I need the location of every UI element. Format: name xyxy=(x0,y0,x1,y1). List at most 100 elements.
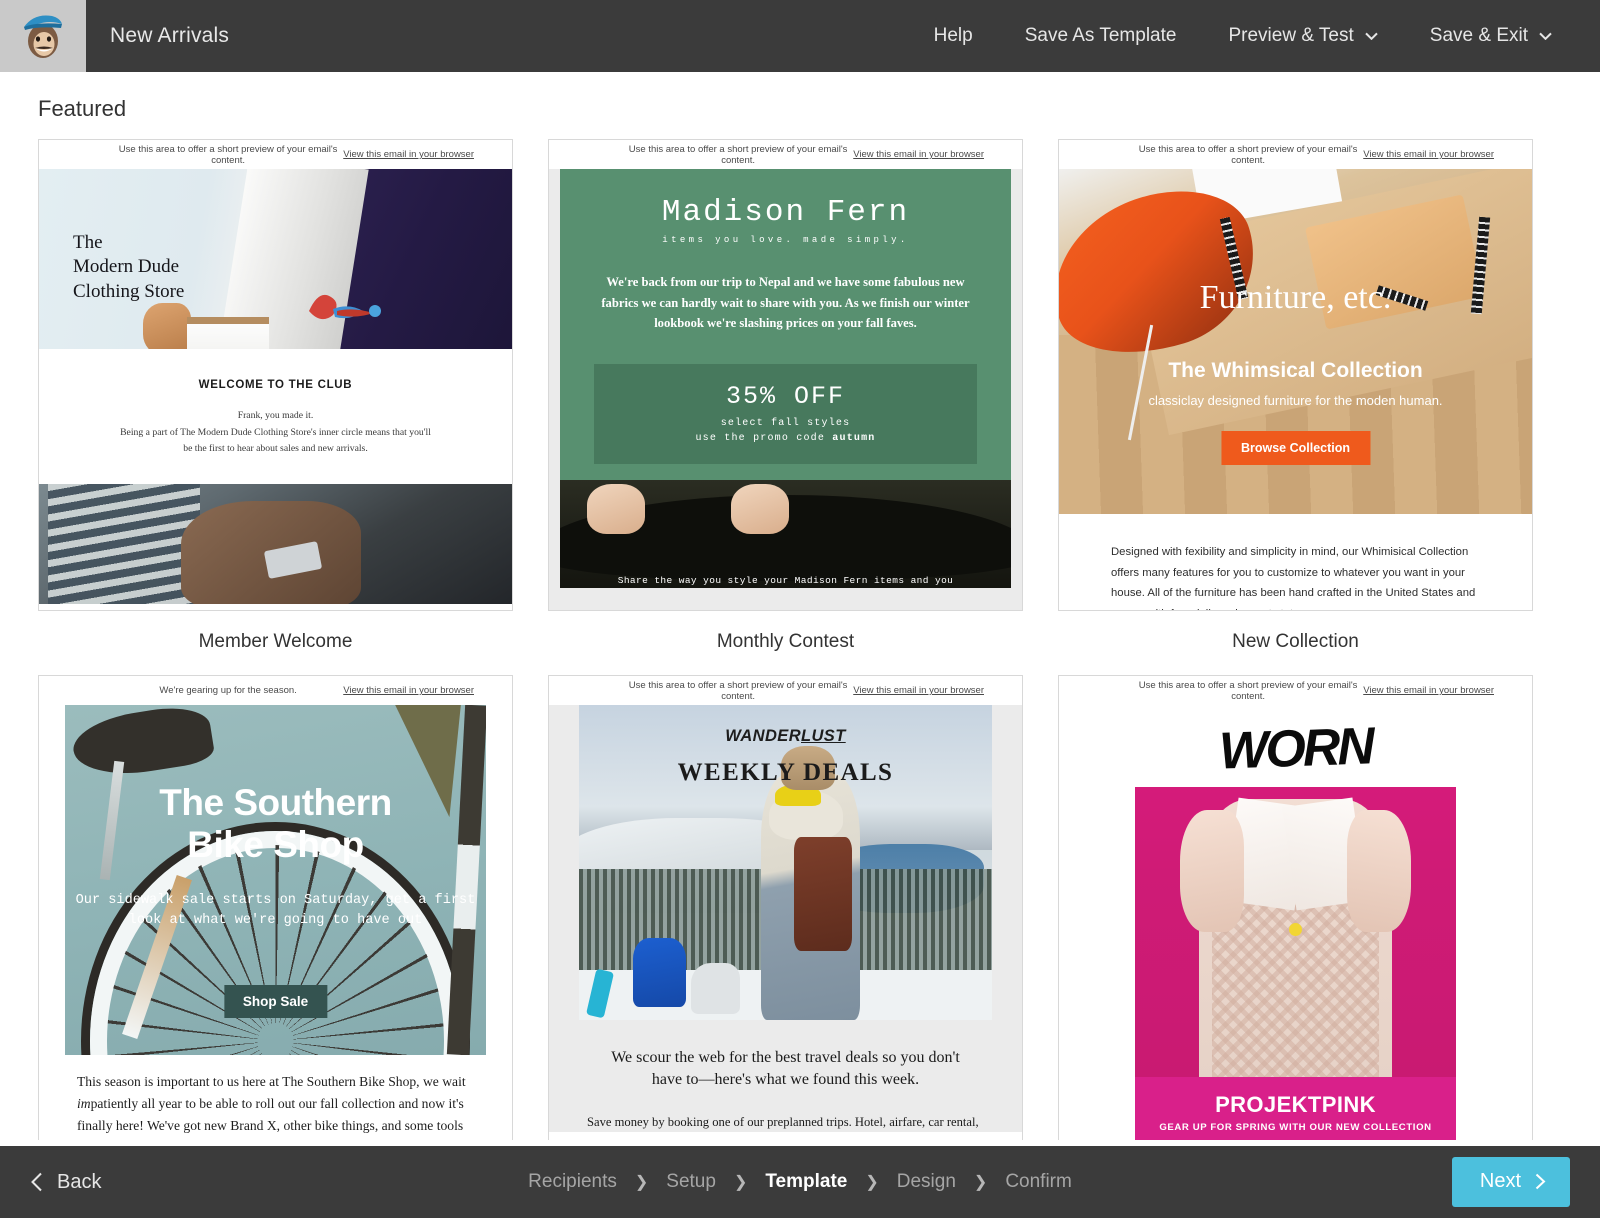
body-copy: Save money by booking one of our preplan… xyxy=(579,1092,992,1132)
pink-banner: PROJEKTPINK GEAR UP FOR SPRING WITH OUR … xyxy=(1135,1077,1456,1140)
preheader-text: Use this area to offer a short preview o… xyxy=(1073,680,1363,702)
nav-preview-and-test-label: Preview & Test xyxy=(1228,25,1353,47)
promo-line-1: select fall styles xyxy=(594,418,977,429)
template-thumbnail[interactable]: Use this area to offer a short preview o… xyxy=(548,139,1023,611)
brand-logo: WORN xyxy=(1058,697,1533,795)
promo-code-prefix: use the promo code xyxy=(695,433,832,444)
top-nav: Help Save As Template Preview & Test Sav… xyxy=(908,25,1600,47)
hand-left-shape xyxy=(1180,810,1244,932)
browse-collection-button[interactable]: Browse Collection xyxy=(1221,431,1370,465)
view-in-browser-link[interactable]: View this email in your browser xyxy=(343,149,498,160)
hand-shape xyxy=(143,303,191,349)
email-body: WANDERLUST WEEKLY DEALS We scour the web… xyxy=(549,705,1022,1132)
lead-copy: We scour the web for the best travel dea… xyxy=(579,1020,992,1092)
template-thumbnail[interactable]: Use this area to offer a short preview o… xyxy=(1058,139,1533,611)
mailchimp-logo-button[interactable] xyxy=(0,0,86,72)
preheader-text: We're gearing up for the season. xyxy=(53,685,343,696)
hero-tagline: classiclay designed furniture for the mo… xyxy=(1059,393,1532,408)
nav-preview-and-test[interactable]: Preview & Test xyxy=(1202,25,1403,47)
body-copy-part-1: This season is important to us here at T… xyxy=(77,1074,466,1089)
lead-copy-line-1: We scour the web for the best travel dea… xyxy=(593,1047,978,1069)
step-confirm[interactable]: Confirm xyxy=(987,1171,1090,1193)
lead-copy-line-2: have to—here's what we found this week. xyxy=(593,1069,978,1091)
skateboard-photo: Share the way you style your Madison Fer… xyxy=(560,480,1011,588)
hero-image: WANDERLUST WEEKLY DEALS xyxy=(579,705,992,1020)
brand-line-3: Clothing Store xyxy=(73,280,184,304)
email-body: WELCOME TO THE CLUB Frank, you made it. … xyxy=(39,349,512,458)
template-card-new-collection[interactable]: Use this area to offer a short preview o… xyxy=(1058,139,1533,675)
bike-seat-shape xyxy=(70,705,217,782)
welcome-headline: WELCOME TO THE CLUB xyxy=(77,379,474,391)
body-copy: Designed with fexibility and simplicity … xyxy=(1111,542,1480,611)
step-recipients[interactable]: Recipients xyxy=(510,1171,635,1193)
shop-sale-button[interactable]: Shop Sale xyxy=(224,985,327,1018)
nav-save-and-exit[interactable]: Save & Exit xyxy=(1404,25,1578,47)
secondary-photo xyxy=(39,484,512,604)
template-card-member-welcome[interactable]: Use this area to offer a short preview o… xyxy=(38,139,513,675)
welcome-copy-line-2: Being a part of The Modern Dude Clothing… xyxy=(77,425,474,442)
brand-logo: WANDERLUST xyxy=(579,727,992,746)
brand-logo-first: WANDER xyxy=(725,727,801,745)
view-in-browser-link[interactable]: View this email in your browser xyxy=(853,685,1008,696)
promo-block: 35% OFF select fall styles use the promo… xyxy=(594,364,977,464)
view-in-browser-link[interactable]: View this email in your browser xyxy=(343,685,498,696)
chevron-right-icon: ❯ xyxy=(974,1172,987,1192)
template-name: New Collection xyxy=(1058,611,1533,675)
template-thumbnail[interactable]: Use this area to offer a short preview o… xyxy=(548,675,1023,1140)
hero-subtitle-line-2: look at what we're going to have out xyxy=(65,911,486,931)
view-in-browser-link[interactable]: View this email in your browser xyxy=(1363,685,1518,696)
chevron-right-icon xyxy=(1535,1173,1546,1190)
hero-subtitle: The Whimsical Collection xyxy=(1059,359,1532,383)
green-panel: Madison Fern items you love. made simply… xyxy=(560,169,1011,464)
email-body: WORN PROJEKTPINK GEAR UP FOR SPRING WITH… xyxy=(1059,705,1532,1140)
template-card-worn[interactable]: Use this area to offer a short preview o… xyxy=(1058,675,1533,1140)
hero-subtitle-line-1: Our sidewalk sale starts on Saturday, ge… xyxy=(65,891,486,911)
nav-save-as-template-label: Save As Template xyxy=(1025,25,1177,47)
hero-image: Furniture, etc. The Whimsical Collection… xyxy=(1059,169,1532,514)
campaign-title: New Arrivals xyxy=(110,24,229,48)
template-thumbnail[interactable]: We're gearing up for the season. View th… xyxy=(38,675,513,1140)
striped-shirt-shape xyxy=(48,484,199,604)
brand-line-1: The xyxy=(73,231,184,255)
step-template[interactable]: Template xyxy=(747,1171,865,1193)
nav-help[interactable]: Help xyxy=(908,25,999,47)
email-preheader-row: Use this area to offer a short preview o… xyxy=(1059,140,1532,169)
chevron-right-icon: ❯ xyxy=(734,1172,747,1192)
coffee-cup-shape xyxy=(187,317,269,349)
photo-caption-line-1: Share the way you style your Madison Fer… xyxy=(560,575,1011,586)
welcome-copy-line-3: be the first to hear about sales and new… xyxy=(77,441,474,458)
hand-shape xyxy=(587,484,645,534)
template-gallery: Featured Use this area to offer a short … xyxy=(0,72,1600,1146)
template-thumbnail[interactable]: Use this area to offer a short preview o… xyxy=(1058,675,1533,1140)
template-card-wanderlust[interactable]: Use this area to offer a short preview o… xyxy=(548,675,1023,1140)
pocket-square-icon xyxy=(303,281,389,327)
next-button-label: Next xyxy=(1480,1170,1521,1193)
nav-help-label: Help xyxy=(934,25,973,47)
next-button[interactable]: Next xyxy=(1452,1157,1570,1207)
section-title: Featured xyxy=(0,72,1600,122)
nav-save-as-template[interactable]: Save As Template xyxy=(999,25,1203,47)
back-button-label: Back xyxy=(57,1171,101,1194)
step-setup[interactable]: Setup xyxy=(648,1171,734,1193)
banner-title: PROJEKTPINK xyxy=(1135,1092,1456,1118)
view-in-browser-link[interactable]: View this email in your browser xyxy=(853,149,1008,160)
template-card-bike-shop[interactable]: We're gearing up for the season. View th… xyxy=(38,675,513,1140)
chevron-down-icon xyxy=(1539,32,1552,40)
promo-line-2: use the promo code autumn xyxy=(594,433,977,444)
preheader-text: Use this area to offer a short preview o… xyxy=(53,144,343,166)
hero-subtitle: Our sidewalk sale starts on Saturday, ge… xyxy=(65,891,486,932)
brand-title: Madison Fern xyxy=(594,195,977,230)
view-in-browser-link[interactable]: View this email in your browser xyxy=(1363,149,1518,160)
chevron-left-icon xyxy=(30,1172,43,1192)
template-thumbnail[interactable]: Use this area to offer a short preview o… xyxy=(38,139,513,611)
email-preheader-row: Use this area to offer a short preview o… xyxy=(549,676,1022,705)
welcome-copy: Frank, you made it. Being a part of The … xyxy=(77,408,474,458)
hero-image: The Modern Dude Clothing Store xyxy=(39,169,512,349)
step-design[interactable]: Design xyxy=(879,1171,974,1193)
body-copy-emphasis: im xyxy=(77,1096,91,1111)
preheader-text: Use this area to offer a short preview o… xyxy=(563,680,853,702)
template-card-monthly-contest[interactable]: Use this area to offer a short preview o… xyxy=(548,139,1023,675)
back-button[interactable]: Back xyxy=(30,1171,101,1194)
email-preheader-row: Use this area to offer a short preview o… xyxy=(549,140,1022,169)
email-body: Madison Fern items you love. made simply… xyxy=(549,169,1022,611)
